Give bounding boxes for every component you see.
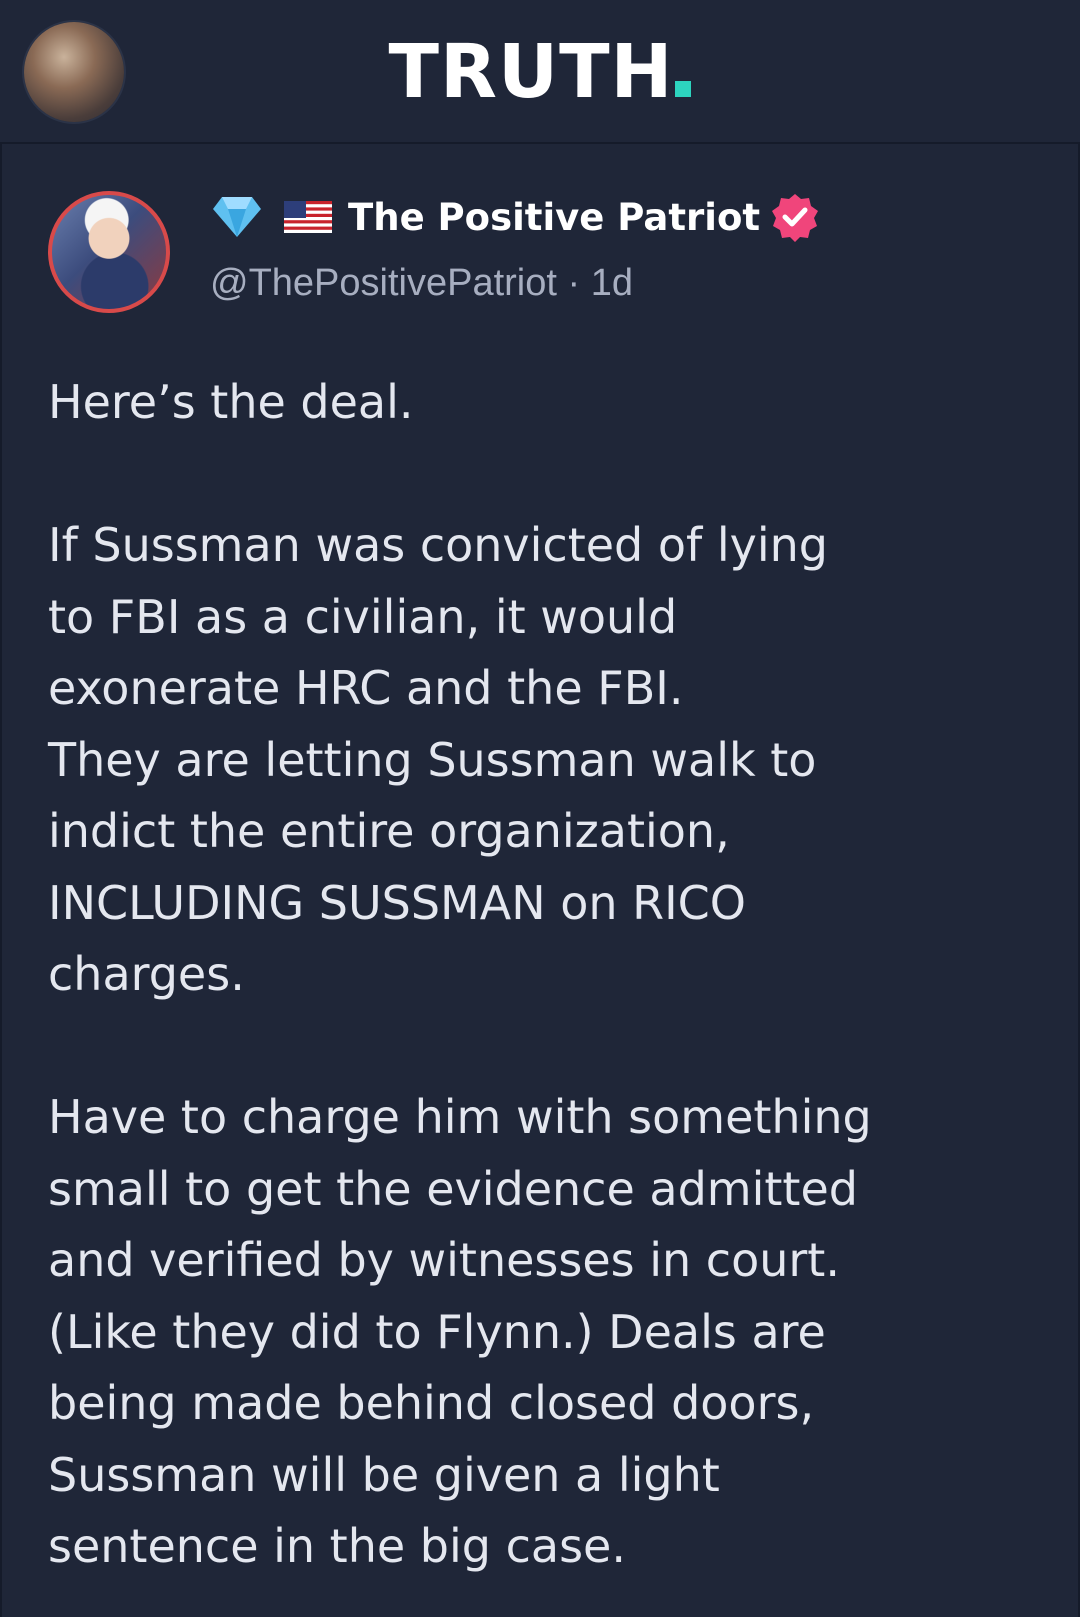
us-flag-icon [284, 201, 332, 233]
post-paragraph: Here’s the deal. [48, 375, 414, 429]
time-separator: · [567, 262, 581, 304]
verified-icon [772, 194, 819, 242]
post-body: Here’s the deal. If Sussman was convicte… [48, 367, 1048, 1583]
author-name-row[interactable]: The Positive Patriot [212, 193, 820, 242]
truth-social-logo[interactable]: TRUTH [0, 30, 1080, 114]
logo-text: TRUTH [388, 29, 674, 115]
post-paragraph: If Sussman was convicted of lying to FBI… [48, 518, 828, 1001]
post-timestamp[interactable]: 1d [591, 262, 633, 304]
top-bar: TRUTH [0, 0, 1080, 144]
logo-accent-dot [675, 81, 692, 97]
author-handle[interactable]: @ThePositivePatriot [210, 262, 557, 304]
author-display-name[interactable]: The Positive Patriot [348, 196, 760, 239]
author-avatar[interactable] [48, 191, 170, 313]
post-paragraph: Have to charge him with something small … [48, 1090, 872, 1573]
author-handle-row: @ThePositivePatriot · 1d [210, 262, 633, 305]
diamond-icon [213, 197, 261, 237]
